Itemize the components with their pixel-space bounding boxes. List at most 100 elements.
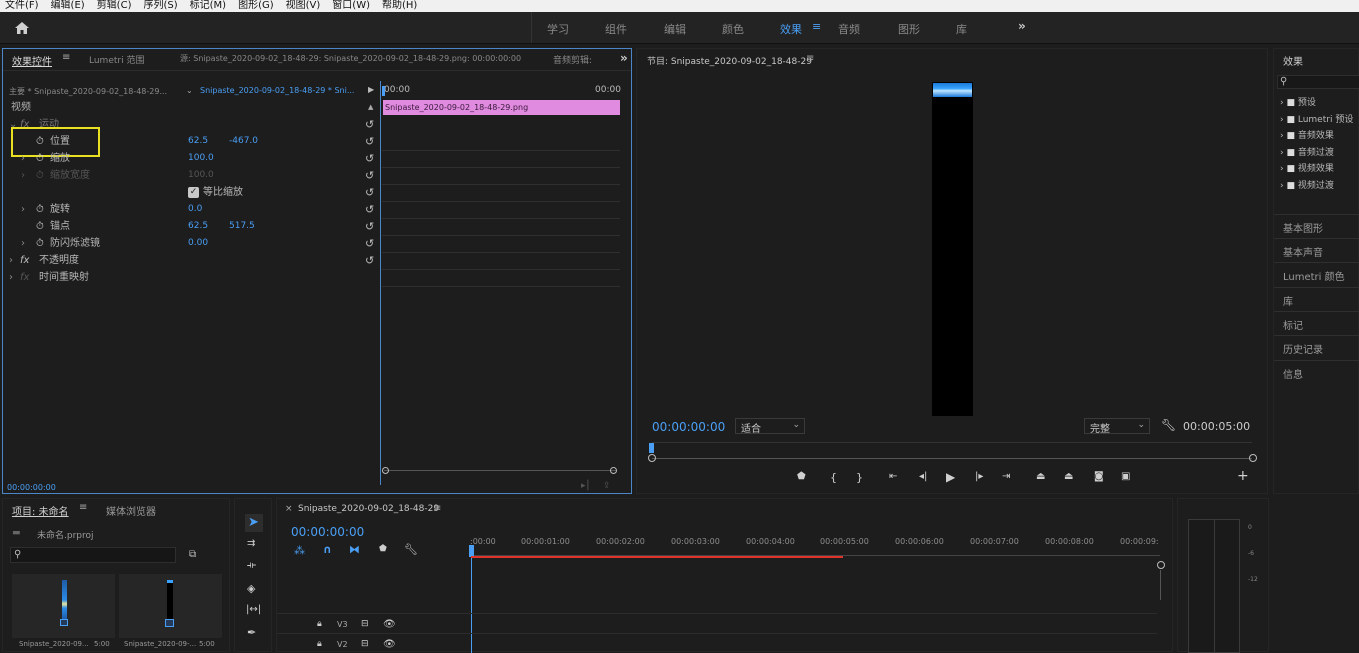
workspace-editing[interactable]: 编辑: [664, 21, 686, 37]
collapse-icon[interactable]: ▲: [368, 99, 373, 116]
fx-icon[interactable]: fx: [20, 252, 29, 269]
ripple-edit-tool-icon[interactable]: ⟛: [247, 560, 256, 571]
tab-project[interactable]: 项目: 未命名: [12, 503, 69, 518]
fit-select[interactable]: 适合 ⌄: [735, 418, 805, 435]
mark-in-icon[interactable]: {: [830, 471, 837, 484]
lock-icon[interactable]: 🔒︎: [317, 639, 322, 649]
reset-icon[interactable]: ↺: [365, 116, 374, 133]
stopwatch-icon[interactable]: ⏱: [36, 235, 44, 252]
home-icon[interactable]: [14, 21, 30, 35]
new-bin-icon[interactable]: ⧉: [189, 549, 196, 560]
mark-out-icon[interactable]: }: [856, 471, 863, 484]
add-marker-icon[interactable]: ⬟: [797, 471, 806, 482]
folder-audio-effects[interactable]: › ■ 音频效果: [1280, 128, 1353, 145]
position-y-value[interactable]: -467.0: [229, 133, 258, 150]
nest-icon[interactable]: ⁂: [294, 544, 305, 557]
eye-icon[interactable]: 👁︎: [383, 639, 396, 650]
folder-audio-transitions[interactable]: › ■ 音频过渡: [1280, 145, 1353, 162]
selection-tool-icon[interactable]: ➤: [248, 515, 259, 530]
extract-icon[interactable]: ⏏: [1064, 471, 1073, 482]
sync-lock-icon[interactable]: ⊟: [361, 619, 369, 629]
master-clip-label[interactable]: 主要 * Snipaste_2020-09-02_18-48-29...: [9, 86, 167, 97]
track-select-tool-icon[interactable]: ⇉: [247, 538, 255, 549]
program-zoom-bar[interactable]: [652, 458, 1252, 459]
tab-effect-controls[interactable]: 效果控件: [12, 53, 52, 68]
sequence-clip-label[interactable]: Snipaste_2020-09-02_18-48-29 * Sni...: [200, 86, 354, 95]
panel-essential-graphics[interactable]: 基本图形: [1283, 220, 1323, 235]
menu-edit[interactable]: 编辑(E): [51, 0, 85, 12]
tab-lumetri-scopes[interactable]: Lumetri 范围: [89, 53, 144, 66]
project-search-input[interactable]: ⚲: [10, 547, 176, 563]
panel-history[interactable]: 历史记录: [1283, 341, 1323, 356]
menu-graphics[interactable]: 图形(G): [238, 0, 274, 12]
panel-lumetri-color[interactable]: Lumetri 颜色: [1283, 268, 1345, 283]
close-icon[interactable]: ×: [285, 504, 293, 514]
folder-video-effects[interactable]: › ■ 视频效果: [1280, 161, 1353, 178]
anchor-x-value[interactable]: 62.5: [188, 218, 208, 235]
go-to-out-icon[interactable]: ⇥: [1002, 471, 1010, 482]
uniform-scale-checkbox[interactable]: ✓: [188, 187, 199, 198]
zoom-scrollbar[interactable]: [384, 470, 616, 471]
reset-icon[interactable]: ↺: [365, 167, 374, 184]
more-workspaces-icon[interactable]: »: [1018, 19, 1026, 33]
slip-tool-icon[interactable]: |↔|: [246, 604, 261, 615]
add-marker-icon[interactable]: ⬟: [379, 544, 387, 554]
opacity-effect-row[interactable]: › fx 不透明度 ↺: [3, 252, 381, 269]
timeline-tab[interactable]: Snipaste_2020-09-02_18-48-29: [298, 504, 439, 514]
panel-info[interactable]: 信息: [1283, 366, 1303, 381]
razor-tool-icon[interactable]: ◈: [247, 582, 255, 595]
menu-file[interactable]: 文件(F): [5, 0, 39, 12]
workspace-color[interactable]: 颜色: [722, 21, 744, 37]
stopwatch-icon[interactable]: ⏱: [36, 201, 44, 218]
program-title[interactable]: 节目: Snipaste_2020-09-02_18-48-29: [647, 54, 812, 67]
panel-libraries[interactable]: 库: [1283, 293, 1293, 308]
pen-tool-icon[interactable]: ✒: [247, 626, 256, 639]
step-forward-icon[interactable]: |▸: [975, 471, 983, 482]
play-icon[interactable]: ▶: [946, 470, 955, 484]
reset-icon[interactable]: ↺: [365, 235, 374, 252]
reset-icon[interactable]: ↺: [365, 218, 374, 235]
folder-video-transitions[interactable]: › ■ 视频过渡: [1280, 178, 1353, 195]
sync-lock-icon[interactable]: ⊟: [361, 639, 369, 649]
reset-icon[interactable]: ↺: [365, 201, 374, 218]
ec-timecode[interactable]: 00:00:00:00: [7, 483, 56, 492]
filter-icon[interactable]: ▸⎮: [581, 481, 590, 491]
export-frame-icon[interactable]: ◙: [1094, 471, 1104, 482]
scale-value[interactable]: 100.0: [188, 150, 214, 167]
lift-icon[interactable]: ⏏: [1036, 471, 1045, 482]
position-x-value[interactable]: 62.5: [188, 133, 208, 150]
clip-bar[interactable]: Snipaste_2020-09-02_18-48-29.png: [383, 100, 620, 115]
stopwatch-icon[interactable]: ⏱: [36, 150, 44, 167]
menu-help[interactable]: 帮助(H): [382, 0, 417, 12]
wrench-icon[interactable]: 🔧︎: [1161, 418, 1176, 432]
reset-icon[interactable]: ↺: [365, 133, 374, 150]
tab-source[interactable]: 源: Snipaste_2020-09-02_18-48-29: Snipast…: [180, 53, 521, 64]
menu-clip[interactable]: 剪辑(C): [97, 0, 132, 12]
lock-icon[interactable]: 🔒︎: [317, 619, 322, 629]
clip-thumbnail[interactable]: [12, 574, 115, 638]
panel-menu-icon[interactable]: ≡: [806, 53, 814, 64]
time-remap-row[interactable]: › fx 时间重映射: [3, 269, 381, 286]
mini-playhead[interactable]: [382, 86, 385, 96]
program-timecode[interactable]: 00:00:00:00: [652, 420, 725, 434]
folder-presets[interactable]: › ■ 预设: [1280, 95, 1353, 112]
panel-markers[interactable]: 标记: [1283, 317, 1303, 332]
tab-audio-clip-mixer[interactable]: 音频剪辑:: [553, 53, 592, 66]
timeline-timecode[interactable]: 00:00:00:00: [291, 525, 364, 539]
workspace-graphics[interactable]: 图形: [898, 21, 920, 37]
flicker-value[interactable]: 0.00: [188, 235, 208, 252]
workspace-libraries[interactable]: 库: [956, 21, 967, 37]
workspace-effects[interactable]: 效果: [780, 21, 802, 37]
panel-essential-sound[interactable]: 基本声音: [1283, 244, 1323, 259]
quality-select[interactable]: 完整 ⌄: [1084, 418, 1150, 435]
add-button-icon[interactable]: +: [1237, 468, 1249, 484]
workspace-assembly[interactable]: 组件: [605, 21, 627, 37]
play-only-icon[interactable]: ▶: [368, 85, 374, 94]
go-to-in-icon[interactable]: ⇤: [889, 471, 897, 482]
linked-selection-icon[interactable]: ⧓: [349, 543, 360, 556]
menu-markers[interactable]: 标记(M): [190, 0, 226, 12]
scroll-handle-right[interactable]: [610, 467, 617, 474]
step-back-icon[interactable]: ◂|: [919, 471, 927, 482]
work-area-bar[interactable]: [471, 556, 843, 558]
menu-window[interactable]: 窗口(W): [332, 0, 370, 12]
